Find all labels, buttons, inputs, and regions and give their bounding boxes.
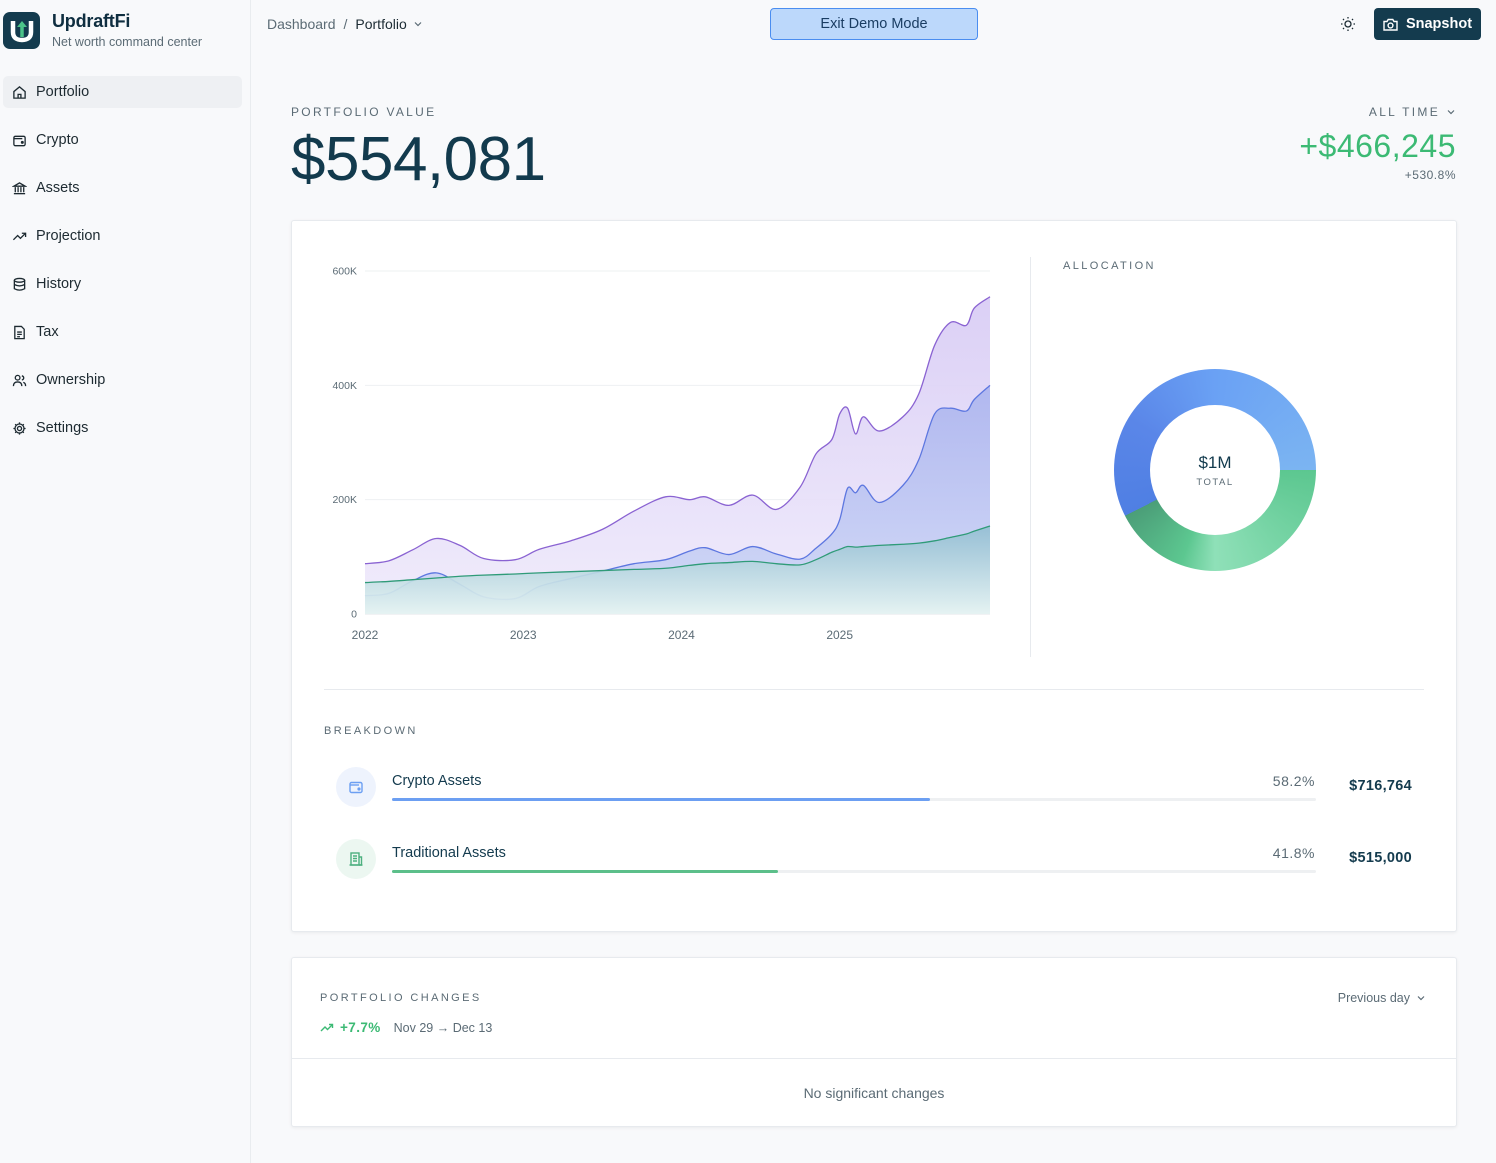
breakdown-row-crypto[interactable]: Crypto Assets 58.2% $716,764 xyxy=(336,767,1416,809)
allocation-donut[interactable]: $1M TOTAL xyxy=(1114,369,1316,571)
breakdown-percent: 41.8% xyxy=(1272,845,1315,861)
y-tick-label: 200K xyxy=(332,494,357,506)
chevron-down-icon[interactable] xyxy=(413,19,423,29)
snapshot-button[interactable]: Snapshot xyxy=(1374,8,1481,40)
home-icon xyxy=(13,85,26,99)
allocation-label: ALLOCATION xyxy=(1063,260,1156,272)
brand-name: UpdraftFi xyxy=(52,11,131,31)
sidebar-item-label: Assets xyxy=(36,180,80,196)
x-tick-label: 2025 xyxy=(826,628,853,642)
breadcrumb-current[interactable]: Portfolio xyxy=(355,16,406,32)
breakdown-progress-fill xyxy=(392,870,779,873)
changes-divider xyxy=(292,1058,1456,1059)
breakdown-amount: $716,764 xyxy=(1349,778,1412,794)
y-tick-label: 400K xyxy=(332,380,357,392)
portfolio-value: $554,081 xyxy=(291,125,546,194)
exit-demo-button[interactable]: Exit Demo Mode xyxy=(770,8,978,40)
comparison-period-label: Previous day xyxy=(1337,991,1410,1005)
portfolio-gain-percent: +530.8% xyxy=(1404,168,1456,182)
sidebar-nav: Portfolio Crypto Assets Projection Histo… xyxy=(3,76,242,460)
brand[interactable]: UpdraftFi Net worth command center xyxy=(3,11,202,49)
changes-date-range: Nov 29 → Dec 13 xyxy=(393,1020,493,1035)
sidebar-item-projection[interactable]: Projection xyxy=(3,220,242,252)
sidebar-item-tax[interactable]: Tax xyxy=(3,316,242,348)
wallet-icon xyxy=(336,767,376,807)
breakdown-name: Traditional Assets xyxy=(392,845,506,861)
building-icon xyxy=(336,839,376,879)
breakdown-label: BREAKDOWN xyxy=(324,725,418,737)
comparison-period-select[interactable]: Previous day xyxy=(1338,991,1426,1005)
y-tick-label: 600K xyxy=(332,266,357,278)
brand-logo xyxy=(3,11,40,49)
portfolio-card: 0 200K 400K 600K 2022 2023 2024 2025 ALLOCATION… xyxy=(291,220,1457,932)
sidebar-item-settings[interactable]: Settings xyxy=(3,412,242,444)
trending-up-icon xyxy=(12,232,27,240)
database-icon xyxy=(13,277,26,291)
portfolio-chart: 0 200K 400K 600K 2022 2023 2024 2025 xyxy=(332,266,991,642)
changes-percent: +7.7% xyxy=(340,1020,381,1035)
sidebar-item-label: Crypto xyxy=(36,132,79,148)
x-tick-label: 2023 xyxy=(510,628,537,642)
section-divider xyxy=(324,689,1424,690)
sidebar-item-label: Settings xyxy=(36,420,89,436)
allocation-total: $1M xyxy=(1198,452,1232,472)
portfolio-value-label: PORTFOLIO VALUE xyxy=(291,105,437,119)
chevron-down-icon xyxy=(1417,996,1425,1001)
x-tick-label: 2022 xyxy=(352,628,379,642)
x-tick-label: 2024 xyxy=(668,628,695,642)
sidebar-item-ownership[interactable]: Ownership xyxy=(3,364,242,396)
sidebar-item-crypto[interactable]: Crypto xyxy=(3,124,242,156)
sidebar-item-portfolio[interactable]: Portfolio xyxy=(3,76,242,108)
wallet-icon xyxy=(13,135,26,146)
sidebar-item-assets[interactable]: Assets xyxy=(3,172,242,204)
portfolio-gain: +$466,245 xyxy=(1299,128,1456,164)
gear-icon xyxy=(13,421,26,435)
snapshot-label: Snapshot xyxy=(1405,16,1473,32)
breakdown-percent: 58.2% xyxy=(1272,773,1315,789)
sidebar: UpdraftFi Net worth command center Portf… xyxy=(0,0,251,1163)
sidebar-item-label: Projection xyxy=(36,228,101,244)
sidebar-item-label: History xyxy=(36,276,82,292)
breakdown-progress-fill xyxy=(392,798,930,801)
breakdown-progress xyxy=(392,798,1316,801)
allocation-total-label: TOTAL xyxy=(1196,476,1234,488)
donut-center: $1M TOTAL xyxy=(1150,405,1280,535)
time-range-select[interactable]: ALL TIME xyxy=(1369,105,1456,119)
chart-divider xyxy=(1030,257,1031,657)
breakdown-progress xyxy=(392,870,1316,873)
bank-icon xyxy=(12,181,27,194)
time-range-label: ALL TIME xyxy=(1368,105,1440,119)
breakdown-amount: $515,000 xyxy=(1349,850,1412,866)
sidebar-item-history[interactable]: History xyxy=(3,268,242,300)
portfolio-changes-card: PORTFOLIO CHANGES +7.7% Nov 29 → Dec 13 … xyxy=(291,957,1457,1127)
sidebar-item-label: Ownership xyxy=(36,372,106,388)
theme-toggle-button[interactable] xyxy=(1337,13,1359,35)
sidebar-item-label: Portfolio xyxy=(36,84,90,100)
chevron-down-icon xyxy=(1447,110,1455,115)
camera-icon xyxy=(1383,18,1398,31)
breakdown-row-traditional[interactable]: Traditional Assets 41.8% $515,000 xyxy=(336,839,1416,881)
changes-summary: +7.7% Nov 29 → Dec 13 xyxy=(320,1020,492,1035)
breadcrumb: Dashboard / Portfolio xyxy=(267,16,423,32)
brand-tagline: Net worth command center xyxy=(52,35,203,49)
breadcrumb-root[interactable]: Dashboard xyxy=(267,16,336,32)
changes-label: PORTFOLIO CHANGES xyxy=(320,992,482,1004)
breakdown-name: Crypto Assets xyxy=(392,773,482,789)
empty-state-message: No significant changes xyxy=(803,1085,945,1101)
y-tick-label: 0 xyxy=(351,609,357,621)
document-icon xyxy=(14,325,25,339)
sun-icon xyxy=(1341,17,1355,31)
breadcrumb-separator: / xyxy=(343,16,348,32)
sidebar-item-label: Tax xyxy=(36,324,59,340)
trending-up-icon xyxy=(320,1023,334,1031)
users-icon xyxy=(12,374,27,386)
